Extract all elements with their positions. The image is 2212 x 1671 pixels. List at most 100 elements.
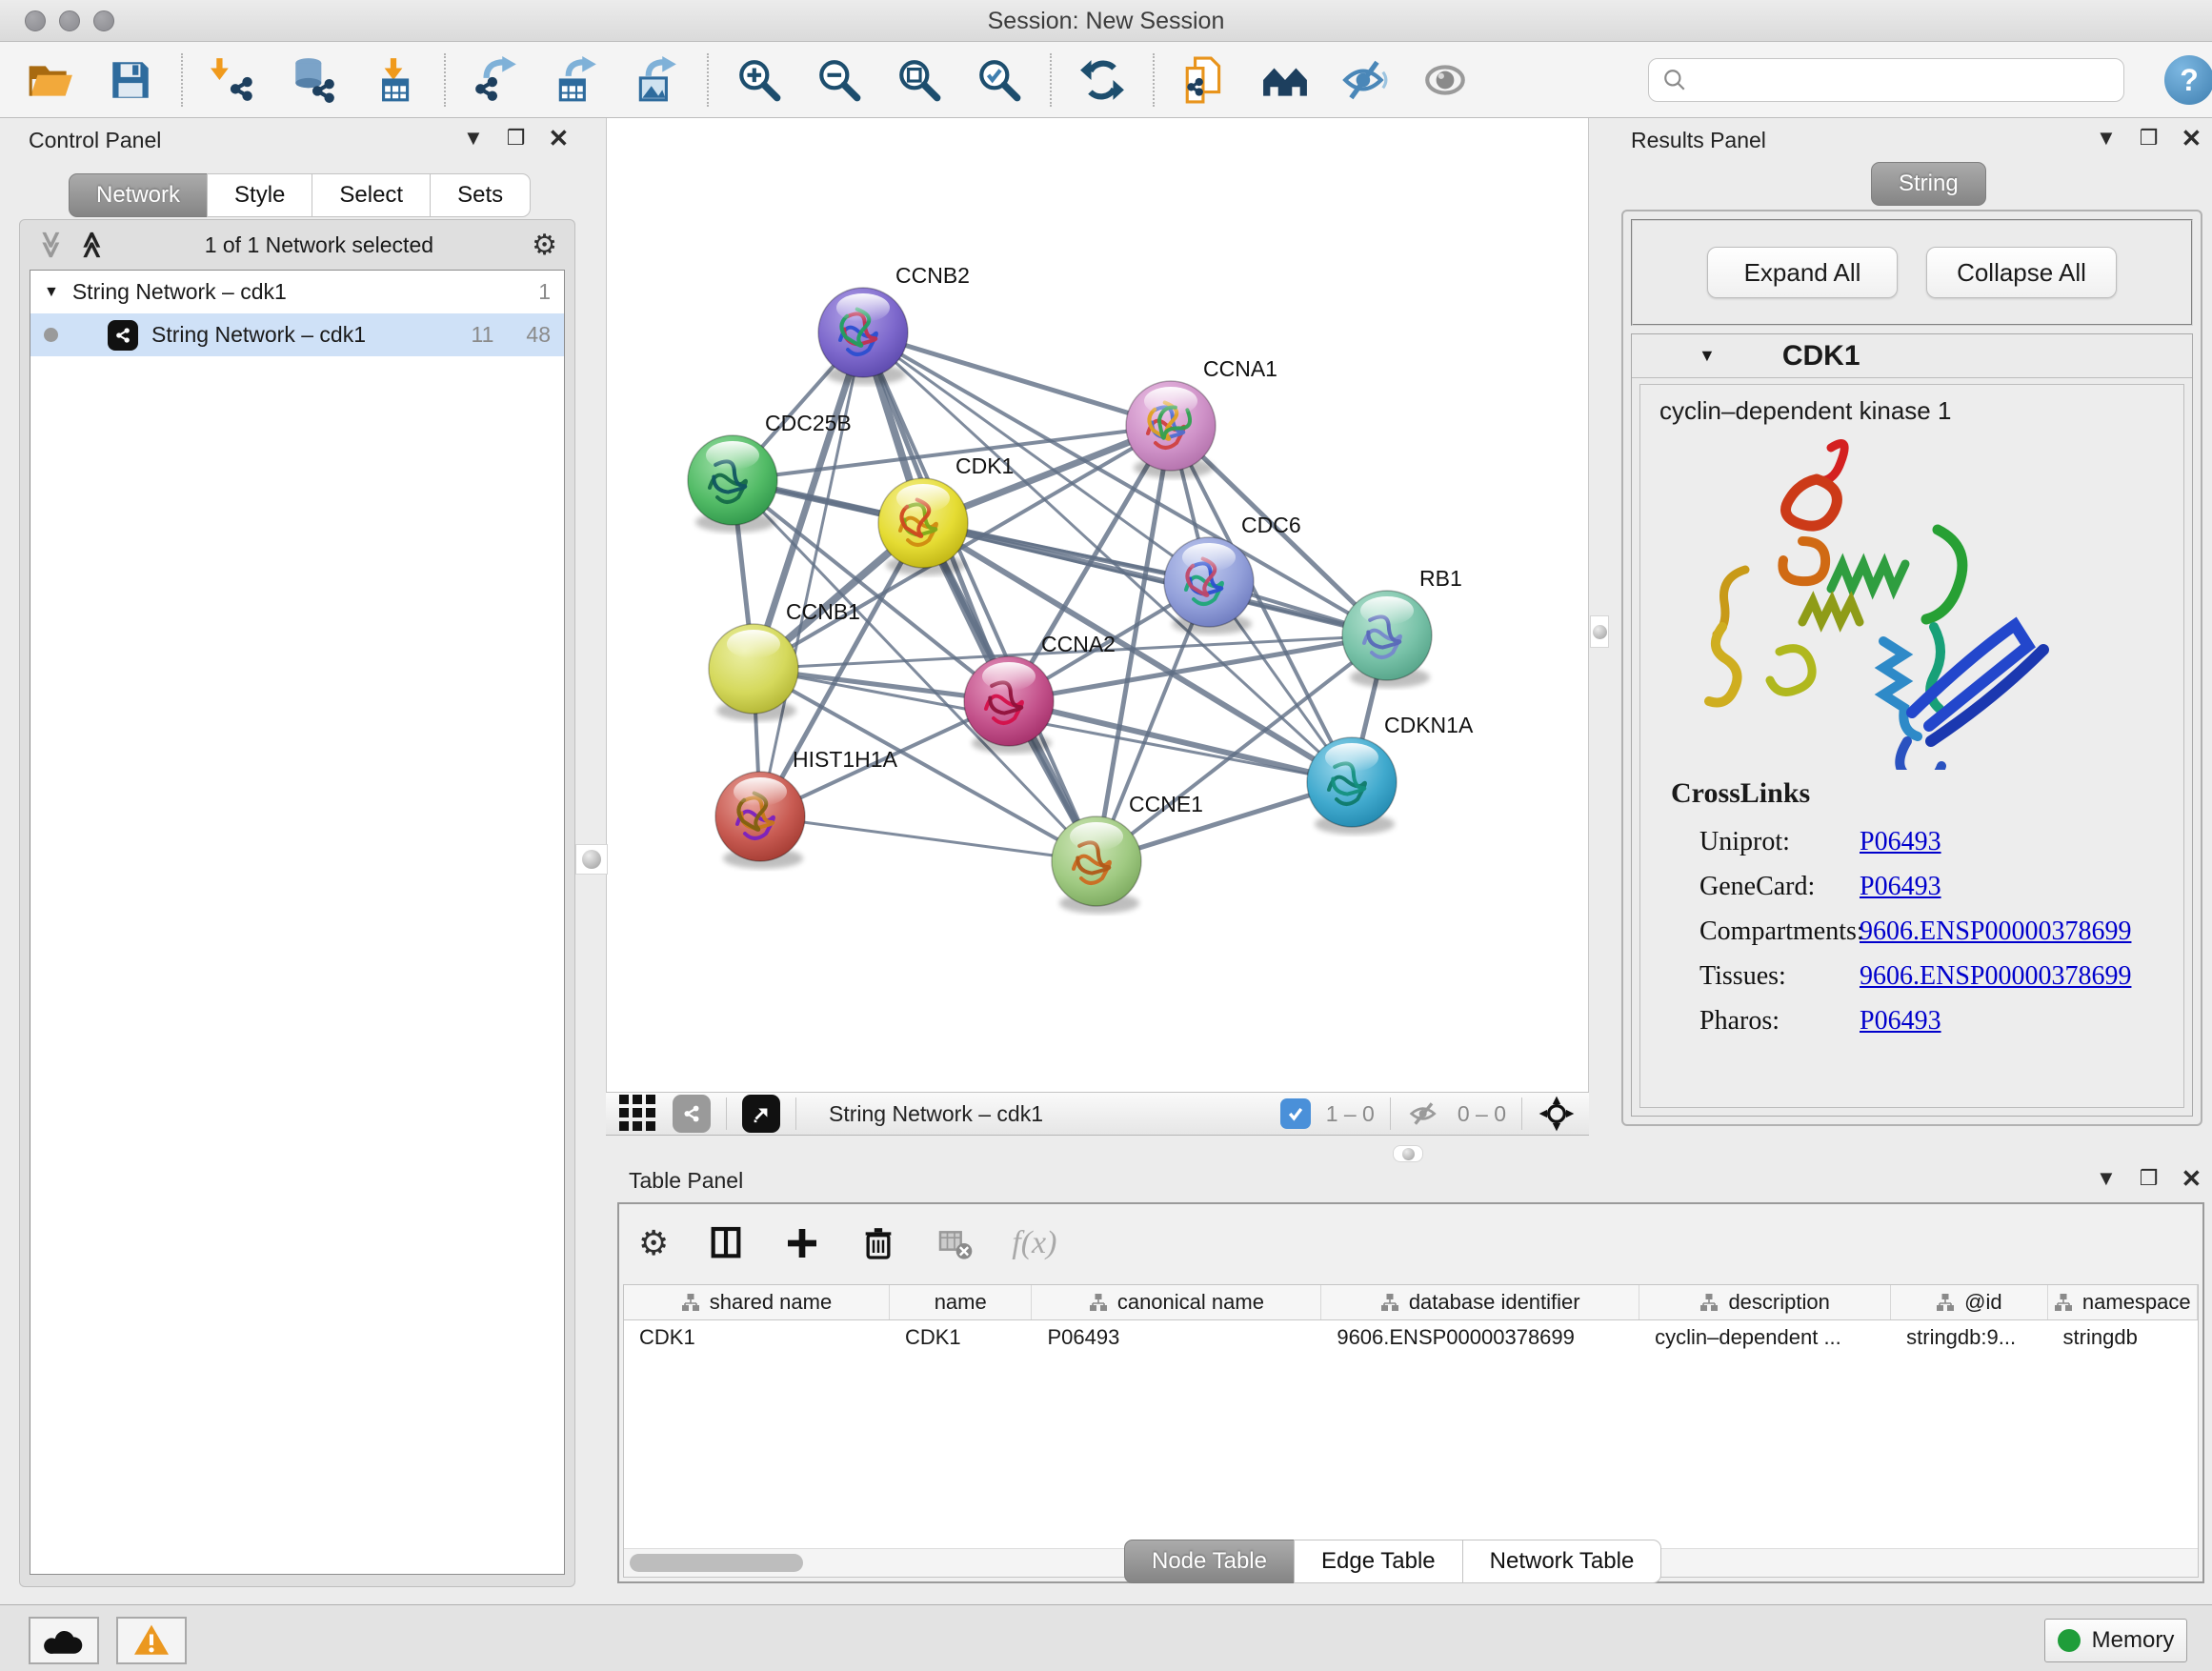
column-header-name[interactable]: name (890, 1285, 1032, 1319)
crosslink-link[interactable]: P06493 (1860, 1006, 1941, 1037)
column-header-canonical-name[interactable]: canonical name (1032, 1285, 1321, 1319)
export-table-icon[interactable] (553, 56, 600, 104)
show-all-icon[interactable] (1421, 56, 1469, 104)
tab-network-table[interactable]: Network Table (1462, 1540, 1662, 1583)
import-network-icon[interactable] (210, 56, 257, 104)
cytoscape-window: Session: New Session (0, 0, 2212, 1671)
table-cell[interactable]: P06493 (1032, 1325, 1321, 1350)
import-table-icon[interactable] (370, 56, 417, 104)
panel-close-icon[interactable]: ✕ (549, 128, 570, 149)
warning-button[interactable] (116, 1617, 187, 1664)
gene-section-header[interactable]: ▼ CDK1 (1632, 334, 2192, 378)
panel-collapse-icon[interactable]: ▼ (2096, 1168, 2117, 1189)
crosslink-link[interactable]: P06493 (1860, 872, 1941, 902)
left-splitter-handle[interactable] (575, 844, 608, 875)
network-current-dot (44, 328, 58, 342)
zoom-fit-icon[interactable] (895, 56, 943, 104)
network-options-gear-icon[interactable]: ⚙ (532, 229, 557, 262)
memory-button[interactable]: Memory (2044, 1619, 2187, 1662)
main-toolbar: ? (0, 42, 2212, 118)
table-cell[interactable]: CDK1 (624, 1325, 890, 1350)
table-cell[interactable]: 9606.ENSP00000378699 (1321, 1325, 1639, 1350)
hide-selected-icon[interactable] (1341, 56, 1389, 104)
network-edge[interactable] (760, 816, 1096, 861)
save-session-icon[interactable] (107, 56, 154, 104)
column-header-description[interactable]: description (1639, 1285, 1891, 1319)
selected-checkbox-icon[interactable] (1280, 1098, 1311, 1129)
crosslink-link[interactable]: P06493 (1860, 827, 1941, 857)
node-label-CDK1: CDK1 (955, 453, 1014, 478)
clipboard-network-icon[interactable] (1181, 56, 1229, 104)
network-collection-row[interactable]: ▼ String Network – cdk1 1 (30, 271, 564, 313)
tab-node-table[interactable]: Node Table (1124, 1540, 1295, 1583)
expand-all-networks-icon[interactable]: ≪ (83, 231, 102, 258)
network-row[interactable]: String Network – cdk1 11 48 (30, 313, 564, 356)
network-canvas[interactable]: CCNB2CCNA1CDC25BCDK1CDC6RB1CCNB1CCNA2CDK… (606, 118, 1589, 1092)
panel-float-icon[interactable]: ❒ (507, 128, 526, 149)
export-network-icon[interactable] (473, 56, 520, 104)
panel-collapse-icon[interactable]: ▼ (2096, 128, 2117, 149)
delete-column-icon[interactable] (859, 1224, 897, 1262)
column-header-database-identifier[interactable]: database identifier (1321, 1285, 1639, 1319)
table-cell[interactable]: stringdb (2048, 1325, 2198, 1350)
panel-float-icon[interactable]: ❒ (2140, 1168, 2159, 1189)
column-header--id[interactable]: @id (1891, 1285, 2047, 1319)
column-header-namespace[interactable]: namespace (2048, 1285, 2198, 1319)
table-options-gear-icon[interactable]: ⚙ (638, 1223, 669, 1263)
crosslink-label: Uniprot: (1640, 827, 1860, 857)
import-database-icon[interactable] (290, 56, 337, 104)
table-cell[interactable]: CDK1 (890, 1325, 1032, 1350)
node-label-CCNB1: CCNB1 (786, 599, 860, 624)
export-image-icon[interactable] (633, 56, 680, 104)
node-gloss (1070, 822, 1123, 851)
search-field[interactable] (1648, 58, 2124, 102)
scrollbar-thumb[interactable] (630, 1554, 803, 1572)
zoom-selected-icon[interactable] (975, 56, 1023, 104)
bottom-splitter-handle[interactable] (1393, 1145, 1423, 1162)
panel-float-icon[interactable]: ❒ (2140, 128, 2159, 149)
panel-close-icon[interactable]: ✕ (2182, 1168, 2202, 1189)
zoom-in-icon[interactable] (735, 56, 783, 104)
tab-style[interactable]: Style (207, 173, 312, 217)
detach-view-icon[interactable] (742, 1095, 780, 1133)
crosslink-link[interactable]: 9606.ENSP00000378699 (1860, 916, 2131, 947)
network-edge[interactable] (863, 332, 1171, 426)
network-panel: ≫ ≪ 1 of 1 Network selected ⚙ ▼ String N… (19, 219, 575, 1587)
network-edge[interactable] (863, 332, 1096, 861)
tab-edge-table[interactable]: Edge Table (1294, 1540, 1463, 1583)
table-row[interactable]: CDK1CDK1P064939606.ENSP00000378699cyclin… (624, 1320, 2198, 1354)
node-label-CCNA2: CCNA2 (1041, 632, 1116, 656)
tab-sets[interactable]: Sets (430, 173, 531, 217)
crosslink-link[interactable]: 9606.ENSP00000378699 (1860, 961, 2131, 992)
delete-table-icon (935, 1224, 974, 1262)
table-cell[interactable]: stringdb:9... (1891, 1325, 2047, 1350)
open-session-icon[interactable] (27, 56, 74, 104)
gene-collapse-icon[interactable]: ▼ (1699, 346, 1716, 366)
birdseye-icon[interactable] (1538, 1095, 1576, 1133)
collection-expand-icon[interactable]: ▼ (44, 284, 59, 301)
table-cell[interactable]: cyclin–dependent ... (1639, 1325, 1891, 1350)
cloud-button[interactable] (29, 1617, 99, 1664)
tab-select[interactable]: Select (312, 173, 431, 217)
help-icon[interactable]: ? (2164, 55, 2212, 105)
collapse-all-button[interactable]: Collapse All (1926, 247, 2117, 298)
network-edge[interactable] (1009, 701, 1352, 782)
network-view-icon[interactable] (673, 1095, 711, 1133)
tab-string[interactable]: String (1871, 162, 1986, 206)
zoom-out-icon[interactable] (815, 56, 863, 104)
grid-view-icon[interactable] (619, 1095, 657, 1133)
column-header-shared-name[interactable]: shared name (624, 1285, 890, 1319)
collapse-all-networks-icon[interactable]: ≫ (42, 231, 61, 258)
panel-close-icon[interactable]: ✕ (2182, 128, 2202, 149)
tab-network[interactable]: Network (69, 173, 208, 217)
search-input[interactable] (1687, 68, 2110, 92)
add-column-icon[interactable] (783, 1224, 821, 1262)
right-splitter-handle[interactable] (1590, 615, 1609, 648)
table-panel: ⚙ f(x) shared namenamecanonical namedata… (617, 1202, 2204, 1583)
network-edge[interactable] (923, 523, 1387, 635)
panel-collapse-icon[interactable]: ▼ (463, 128, 484, 149)
refresh-icon[interactable] (1078, 56, 1126, 104)
expand-all-button[interactable]: Expand All (1707, 247, 1898, 298)
show-columns-icon[interactable] (707, 1224, 745, 1262)
home-icon[interactable] (1261, 56, 1309, 104)
